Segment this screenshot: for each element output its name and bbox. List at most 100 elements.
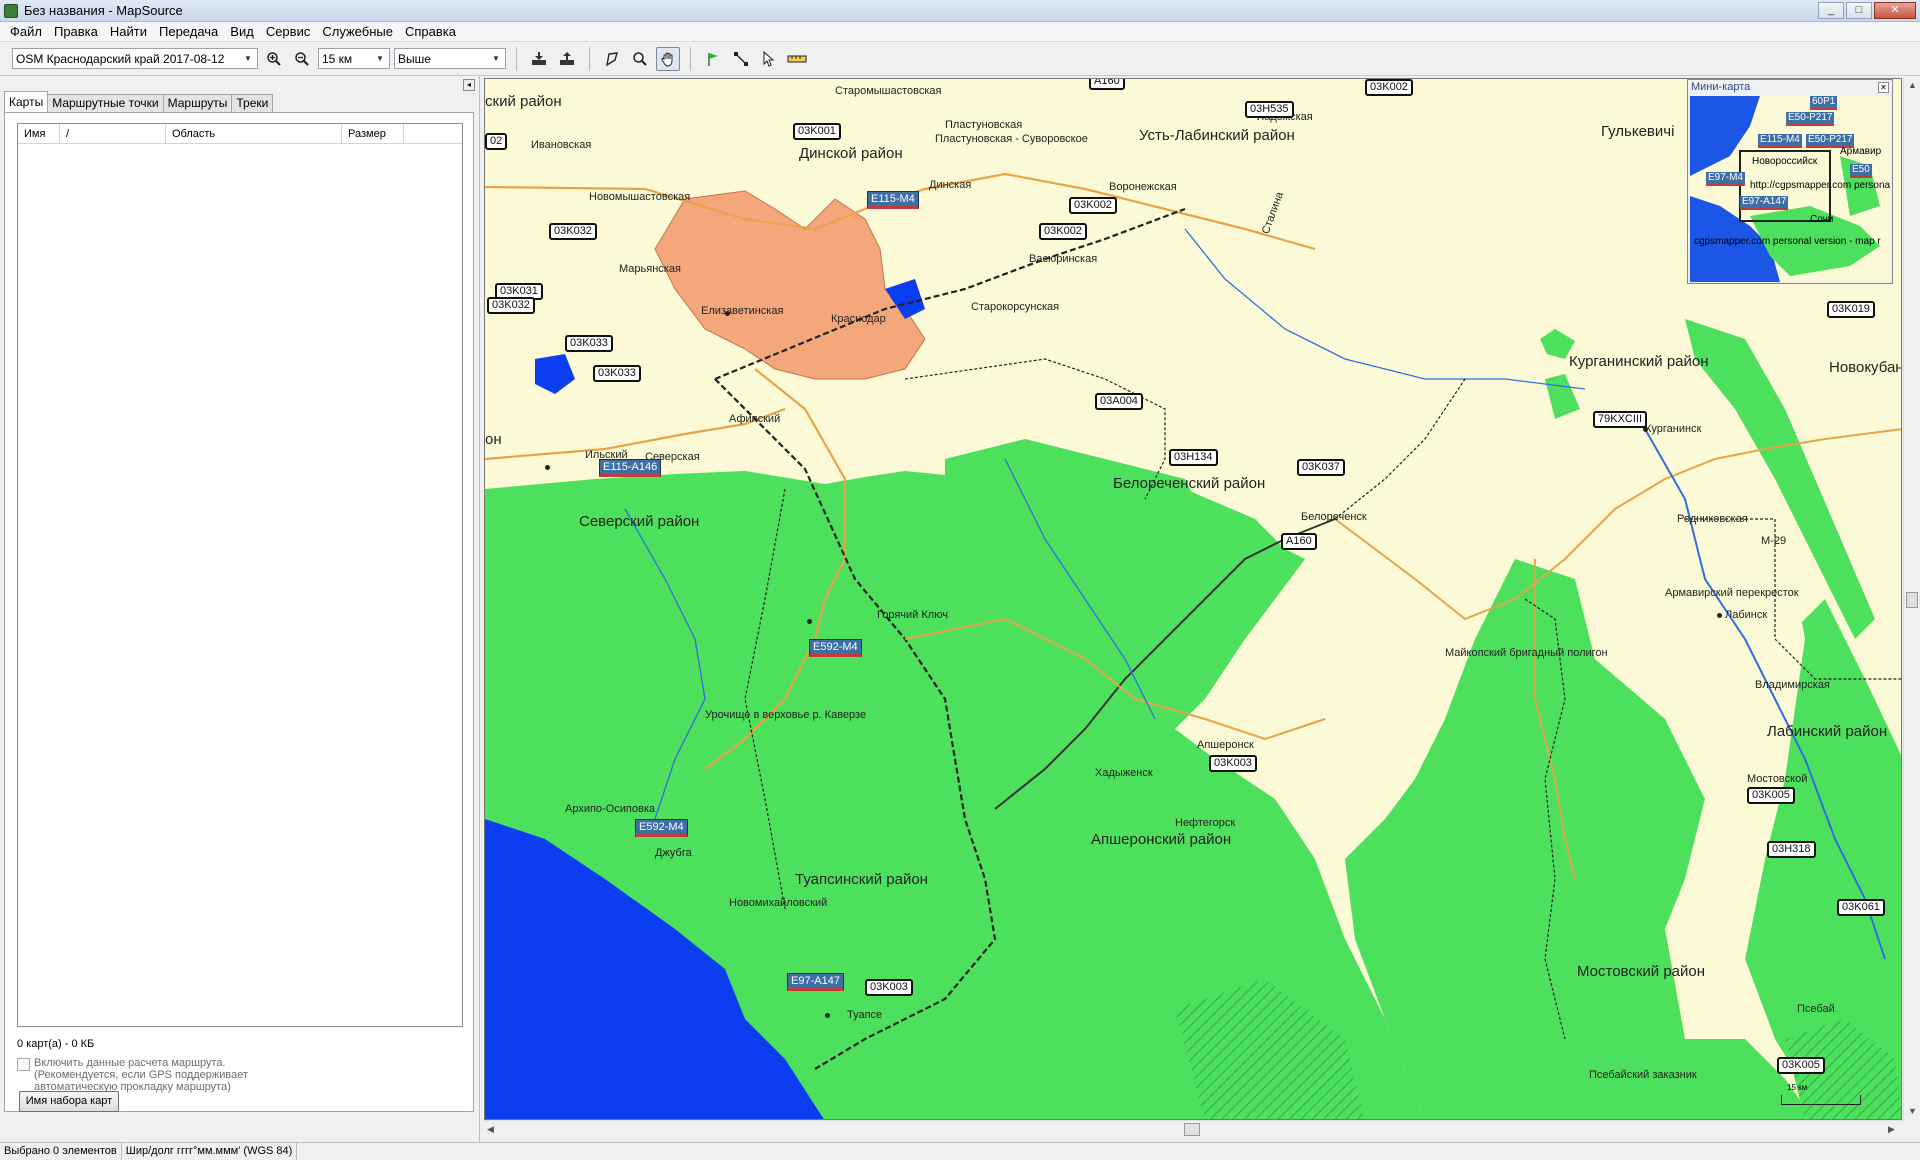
map-product-select[interactable]: OSM Краснодарский край 2017-08-12 ▼ xyxy=(12,48,258,69)
close-button[interactable]: ✕ xyxy=(1874,2,1916,19)
mini-map-label: Армавир xyxy=(1840,146,1882,157)
mapset-name-button[interactable]: Имя набора карт xyxy=(19,1091,119,1112)
city-marker xyxy=(545,465,550,470)
hand-tool-icon[interactable] xyxy=(656,46,680,71)
road-number: 03K002 xyxy=(1039,223,1087,240)
scroll-down-icon[interactable]: ▼ xyxy=(1908,1106,1917,1116)
zoom-scale-select[interactable]: 15 км ▼ xyxy=(318,48,390,69)
column-name[interactable]: Имя xyxy=(18,124,60,143)
zoom-tool-icon[interactable] xyxy=(628,47,652,71)
place-label: Апшеронск xyxy=(1197,739,1254,751)
scroll-right-icon[interactable]: ▶ xyxy=(1888,1124,1895,1135)
scroll-left-icon[interactable]: ◀ xyxy=(487,1124,494,1135)
road-number: 03K032 xyxy=(549,223,597,240)
window-title: Без названия - MapSource xyxy=(24,3,183,18)
road-number: 03K019 xyxy=(1827,301,1875,318)
place-label: Урочище в верховье р. Каверзе xyxy=(705,709,867,721)
minimize-button[interactable]: _ xyxy=(1818,2,1844,19)
tab-routes[interactable]: Маршруты xyxy=(162,94,233,112)
district-label: Гулькевичі xyxy=(1601,123,1675,140)
road-number: 03K003 xyxy=(1209,755,1257,772)
left-panel: ◂ Карты Маршрутные точки Маршруты Треки … xyxy=(0,76,480,1142)
menu-edit[interactable]: Правка xyxy=(48,24,104,39)
mini-map-view[interactable]: 60P1 E50-P217 E115-M4 E50-P217 E50 E97-M… xyxy=(1690,96,1890,282)
menu-file[interactable]: Файл xyxy=(4,24,48,39)
detail-level-select[interactable]: Выше ▼ xyxy=(394,48,506,69)
coordinate-format-status: Шир/долг гггг°мм.ммм' (WGS 84) xyxy=(122,1143,298,1160)
maps-tab-body: Имя / Область Размер 0 карт(а) - 0 КБ Вк… xyxy=(4,112,474,1112)
district-label: Лабинский район xyxy=(1767,723,1888,740)
collapse-panel-button[interactable]: ◂ xyxy=(463,79,475,91)
menu-utilities[interactable]: Служебные xyxy=(316,24,399,39)
vertical-scrollbar[interactable]: ▲ ▼ xyxy=(1903,78,1920,1120)
selection-tool-icon[interactable] xyxy=(757,47,781,71)
road-number: 79KXCIII xyxy=(1593,411,1648,428)
waypoint-tool-icon[interactable] xyxy=(701,47,725,71)
distance-tool-icon[interactable] xyxy=(785,47,809,71)
routing-data-hint: (Рекомендуется, если GPS поддерживает xyxy=(34,1069,249,1081)
zoom-in-icon[interactable] xyxy=(262,47,286,71)
menu-help[interactable]: Справка xyxy=(399,24,462,39)
mapset-name-input[interactable] xyxy=(125,1091,467,1112)
place-label: Курганинск xyxy=(1645,423,1702,435)
mini-map-sea xyxy=(1690,96,1760,176)
road-number: A160 xyxy=(1089,79,1125,90)
toolbar-separator xyxy=(516,46,517,71)
mini-map-close-button[interactable]: ✕ xyxy=(1878,82,1889,93)
place-label: Нефтегорск xyxy=(1175,817,1236,829)
mini-map-title: Мини-карта xyxy=(1691,81,1751,93)
routing-data-checkbox[interactable] xyxy=(17,1058,30,1071)
app-icon xyxy=(4,3,18,18)
place-label: M-29 xyxy=(1761,535,1787,547)
mini-map-label: Сочи xyxy=(1810,214,1834,225)
road-number: 03K037 xyxy=(1297,459,1345,476)
place-label: Владимирская xyxy=(1755,679,1830,691)
receive-from-device-icon[interactable] xyxy=(527,47,551,71)
place-label: Горячий Ключ xyxy=(877,609,948,621)
column-sort-indicator[interactable]: / xyxy=(60,124,166,143)
horizontal-scrollbar[interactable]: ◀ ▶ xyxy=(484,1120,1903,1138)
chevron-down-icon: ▼ xyxy=(244,54,252,63)
routing-data-text: Включить данные расчета маршрута. (Реком… xyxy=(34,1057,248,1093)
place-label: Псебай xyxy=(1797,1003,1835,1015)
maximize-button[interactable]: □ xyxy=(1846,2,1872,19)
zoom-out-icon[interactable] xyxy=(290,47,314,71)
road-shield: E115-A146 xyxy=(599,459,662,477)
route-tool-icon[interactable] xyxy=(729,47,753,71)
menu-transfer[interactable]: Передача xyxy=(153,24,224,39)
maps-list[interactable]: Имя / Область Размер xyxy=(17,123,463,1027)
detail-level-value: Выше xyxy=(398,51,431,66)
maps-list-header: Имя / Область Размер xyxy=(18,124,462,144)
tab-waypoints[interactable]: Маршрутные точки xyxy=(47,94,164,112)
menu-find[interactable]: Найти xyxy=(104,24,153,39)
maps-count: 0 карт(а) - 0 КБ xyxy=(17,1038,95,1050)
road-number: 03K002 xyxy=(1365,79,1413,96)
map-tool-icon[interactable] xyxy=(600,47,624,71)
district-label: Усть-Лабинский район xyxy=(1139,127,1295,144)
send-to-device-icon[interactable] xyxy=(555,47,579,71)
map-view[interactable]: ский район Динской район Усть-Лабинский … xyxy=(484,78,1902,1120)
window-controls: _ □ ✕ xyxy=(1818,2,1916,19)
mini-map[interactable]: Мини-карта ✕ 60P1 E50-P217 E115-M4 E50-P… xyxy=(1687,79,1893,284)
place-label: Новомышастовская xyxy=(589,191,691,203)
menu-bar: Файл Правка Найти Передача Вид Сервис Сл… xyxy=(0,22,1920,42)
column-size[interactable]: Размер xyxy=(342,124,404,143)
column-region[interactable]: Область xyxy=(166,124,342,143)
scroll-up-icon[interactable]: ▲ xyxy=(1908,80,1917,90)
horizontal-scroll-thumb[interactable] xyxy=(1184,1123,1200,1136)
place-label: Джубга xyxy=(655,847,692,859)
district-label: Апшеронский район xyxy=(1091,831,1232,848)
tab-tracks[interactable]: Треки xyxy=(231,94,274,112)
vertical-scroll-thumb[interactable] xyxy=(1906,592,1918,608)
menu-service[interactable]: Сервис xyxy=(260,24,317,39)
tab-maps[interactable]: Карты xyxy=(4,91,49,112)
mini-map-road-shield: E115-M4 xyxy=(1758,134,1802,148)
place-label: Туапсе xyxy=(847,1009,883,1021)
road-number: 03K032 xyxy=(487,297,535,314)
district-label: Туапсинский район xyxy=(795,871,928,888)
menu-view[interactable]: Вид xyxy=(224,24,260,39)
selection-status: Выбрано 0 элементов xyxy=(0,1143,122,1160)
road-shield: E592-M4 xyxy=(809,639,862,657)
place-label: Васюринская xyxy=(1029,253,1098,265)
urban-area xyxy=(654,190,926,380)
